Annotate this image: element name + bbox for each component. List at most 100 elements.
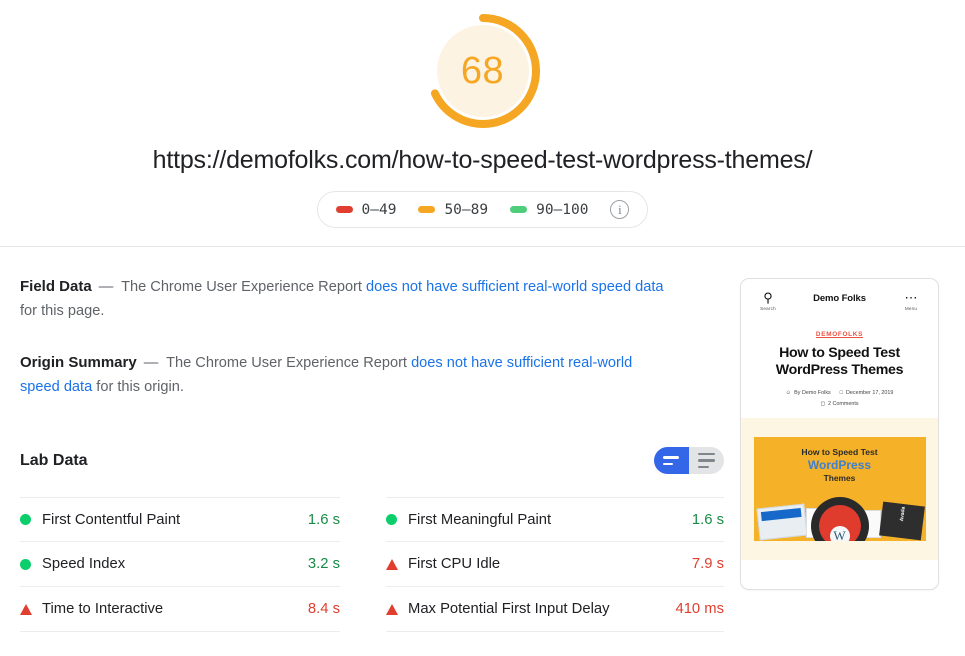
origin-summary-dash: —	[143, 355, 159, 371]
info-icon[interactable]: i	[610, 200, 630, 219]
hero-gauge-inner: W	[818, 505, 861, 541]
hero-decor-card-left	[755, 503, 808, 541]
lab-data-title: Lab Data	[20, 451, 88, 469]
comment-icon: ◻	[820, 401, 825, 407]
menu-icon: ⋯ Menu	[898, 291, 924, 311]
legend-label-orange: 50–89	[444, 201, 489, 218]
gauge-score-value: 68	[460, 49, 505, 92]
metric-row[interactable]: Time to Interactive 8.4 s	[20, 587, 340, 632]
metric-label: Speed Index	[42, 556, 126, 572]
metric-value: 1.6 s	[691, 511, 724, 528]
metric-row[interactable]: Speed Index 3.2 s	[20, 542, 340, 587]
metric-row[interactable]: First CPU Idle 7.9 s	[386, 542, 724, 587]
status-circle-icon	[20, 514, 31, 525]
metric-status-icon	[20, 558, 42, 570]
person-icon: ☺	[785, 390, 792, 396]
toggle-line-icon	[698, 459, 715, 462]
lab-metrics: First Contentful Paint 1.6 s Speed Index 3.…	[20, 497, 724, 632]
thumbnail-comments: ◻ 2 Comments	[741, 401, 938, 407]
thumbnail-title-line1: How to Speed Test	[779, 345, 900, 361]
search-icon: ⚲ Search	[755, 291, 781, 311]
metric-status-icon	[386, 603, 408, 615]
metric-value: 3.2 s	[307, 556, 340, 572]
hero-line2: WordPress	[807, 458, 872, 472]
compact-view-button[interactable]	[654, 447, 689, 474]
detailed-view-button[interactable]	[689, 447, 724, 474]
publish-date: December 17, 2019	[845, 390, 894, 396]
hero-line1: How to Speed Test	[801, 447, 878, 457]
legend-item-red: 0–49	[335, 201, 397, 218]
metric-status-icon	[386, 514, 408, 525]
search-caption: Search	[760, 306, 776, 311]
hero-decor-card-right: Avada	[878, 501, 925, 541]
metric-label: First Meaningful Paint	[408, 511, 552, 528]
report-body: Field Data — The Chrome User Experience R…	[0, 247, 965, 632]
legend-dash-green	[510, 206, 528, 213]
author-meta: ☺ By Demo Folks	[786, 390, 831, 396]
metrics-column-right: First Meaningful Paint 1.6 s First CPU Idl…	[372, 497, 724, 632]
metric-row[interactable]: Max Potential First Input Delay 410 ms	[386, 587, 724, 632]
thumbnail-topbar: ⚲ Search Demo Folks ⋯ Menu	[741, 279, 938, 315]
field-data-label: Field Data	[20, 278, 92, 295]
metrics-column-left: First Contentful Paint 1.6 s Speed Index 3.…	[20, 497, 372, 632]
toggle-line-icon	[663, 455, 679, 459]
metric-status-icon	[386, 558, 408, 570]
status-circle-icon	[20, 558, 31, 570]
analyzed-url: https://demofolks.com/how-to-speed-test-…	[152, 146, 813, 174]
origin-summary-paragraph: Origin Summary — The Chrome User Experien…	[20, 351, 670, 399]
field-data-link[interactable]: does not have sufficient real-world spee…	[366, 279, 663, 295]
field-data-text-before: The Chrome User Experience Report	[121, 279, 362, 295]
thumbnail-byline: ☺ By Demo Folks □ December 17, 2019	[741, 390, 938, 396]
comment-count: 2 Comments	[827, 401, 859, 407]
legend-item-orange: 50–89	[418, 202, 488, 218]
thumbnail-category: DEMOFOLKS	[815, 331, 864, 338]
search-glyph: ⚲	[763, 290, 773, 305]
metric-row[interactable]: First Contentful Paint 1.6 s	[20, 497, 340, 542]
field-data-text-after: for this page.	[20, 303, 105, 319]
status-circle-icon	[386, 514, 397, 525]
hero-banner-image: How to Speed Test WordPress Themes Avada…	[753, 437, 926, 541]
metric-value: 1.6 s	[307, 511, 340, 528]
toggle-line-icon	[663, 462, 673, 466]
calendar-icon: □	[839, 390, 843, 396]
metric-label: First Contentful Paint	[42, 511, 181, 528]
metric-row[interactable]: First Meaningful Paint 1.6 s	[386, 497, 724, 542]
legend-dash-red	[335, 206, 353, 213]
menu-caption: Menu	[904, 306, 918, 311]
metric-status-icon	[20, 603, 42, 615]
legend-dash-orange	[418, 206, 436, 213]
legend-label-green: 90–100	[536, 201, 589, 218]
toggle-line-icon	[698, 452, 715, 456]
metric-value: 7.9 s	[691, 556, 724, 572]
thumbnail-title: How to Speed Test WordPress Themes	[741, 345, 938, 379]
legend-label-red: 0–49	[361, 201, 397, 218]
score-legend: 0–49 50–89 90–100 i	[316, 191, 649, 228]
view-toggle-group	[654, 447, 724, 474]
status-triangle-icon	[20, 603, 32, 615]
metric-status-icon	[20, 514, 42, 525]
legend-item-green: 90–100	[510, 202, 588, 218]
origin-summary-label: Origin Summary	[20, 354, 137, 371]
metric-label: First CPU Idle	[408, 556, 501, 572]
report-header: 68 https://demofolks.com/how-to-speed-te…	[0, 0, 965, 247]
thumbnail-title-line2: WordPress Themes	[775, 362, 904, 378]
status-triangle-icon	[386, 603, 398, 615]
field-data-paragraph: Field Data — The Chrome User Experience R…	[20, 275, 670, 323]
status-triangle-icon	[386, 558, 398, 570]
hero-line3: Themes	[823, 473, 856, 483]
performance-gauge: 68	[420, 8, 546, 134]
metric-label: Max Potential First Input Delay	[408, 601, 610, 617]
field-data-dash: —	[98, 279, 114, 295]
page-screenshot-thumbnail[interactable]: ⚲ Search Demo Folks ⋯ Menu DEMOFOLKS How…	[740, 278, 939, 590]
thumbnail-hero-area: How to Speed Test WordPress Themes Avada…	[741, 418, 938, 560]
main-column: Field Data — The Chrome User Experience R…	[20, 247, 740, 632]
wordpress-icon: W	[829, 526, 850, 541]
origin-summary-text-after: for this origin.	[96, 379, 184, 395]
menu-dots-glyph: ⋯	[904, 290, 918, 305]
metric-value: 8.4 s	[307, 601, 340, 617]
hero-speed-gauge-icon: W	[810, 497, 869, 541]
thumbnail-brand: Demo Folks	[813, 293, 866, 304]
metric-label: Time to Interactive	[42, 601, 164, 617]
lab-data-header: Lab Data	[20, 447, 724, 474]
date-meta: □ December 17, 2019	[840, 390, 894, 396]
